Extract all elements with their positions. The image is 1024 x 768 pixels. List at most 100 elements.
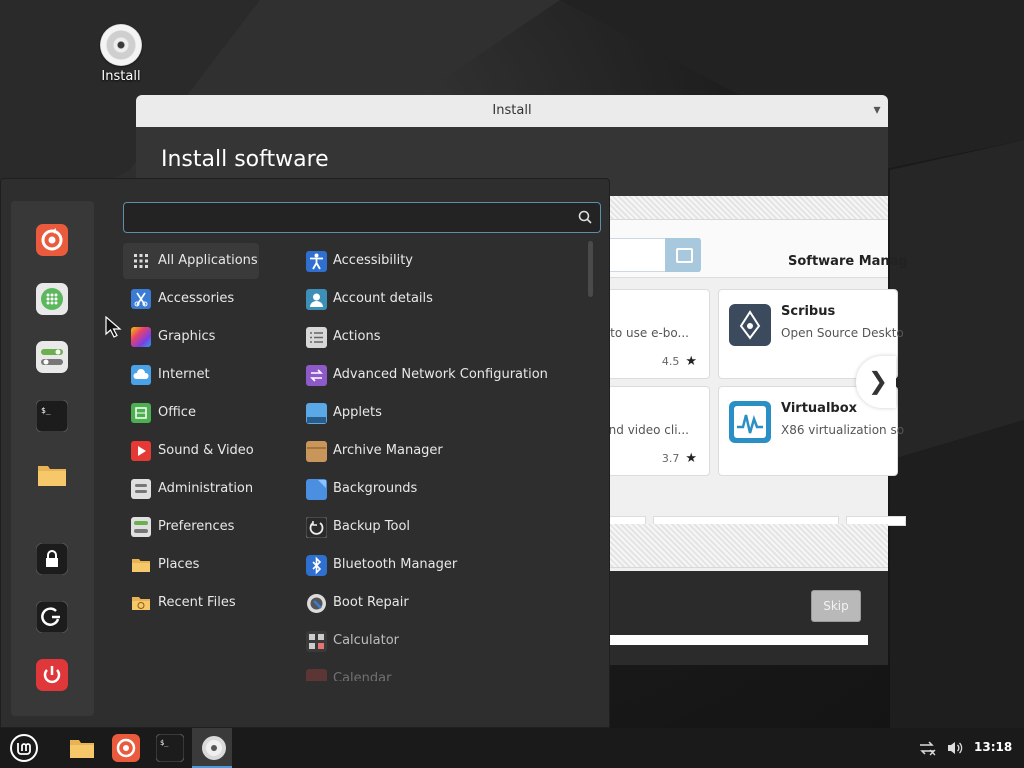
account-icon [306, 289, 327, 310]
accessibility-icon [306, 251, 327, 272]
app-accessibility[interactable]: Accessibility [301, 243, 581, 279]
menu-scrollbar[interactable] [588, 241, 593, 297]
svg-text:$_: $_ [41, 406, 51, 415]
logout-icon[interactable] [36, 601, 68, 633]
app-archive-manager[interactable]: Archive Manager [301, 433, 581, 469]
menu-search [123, 202, 601, 233]
taskbar-firefox[interactable] [104, 728, 144, 768]
admin-icon [131, 479, 151, 499]
app-label: Calculator [333, 633, 400, 648]
taskbar-terminal[interactable]: $_ [148, 728, 188, 768]
category-places[interactable]: Places [123, 547, 259, 583]
files-icon[interactable] [36, 458, 68, 490]
close-icon[interactable]: ▾ [870, 95, 884, 127]
progress-bar [608, 635, 868, 645]
install-disc-icon [202, 736, 226, 760]
skip-button[interactable]: Skip [811, 590, 861, 622]
firefox-icon[interactable] [36, 224, 68, 256]
disc-icon [100, 24, 142, 66]
category-sound-video[interactable]: Sound & Video [123, 433, 259, 469]
category-label: Accessories [158, 291, 235, 306]
app-advanced-network-configuration[interactable]: Advanced Network Configuration [301, 357, 581, 393]
desktop-icon-label: Install [101, 69, 141, 84]
category-graphics[interactable]: Graphics [123, 319, 259, 355]
sm-card-rating: 3.7 ★ [661, 451, 697, 466]
category-administration[interactable]: Administration [123, 471, 259, 507]
app-label: Actions [333, 329, 381, 344]
terminal-icon: $_ [156, 734, 184, 762]
app-label: Boot Repair [333, 595, 409, 610]
app-applets[interactable]: Applets [301, 395, 581, 431]
category-label: All Applications [158, 253, 258, 268]
app-calculator[interactable]: Calculator [301, 623, 581, 659]
office-icon [131, 403, 151, 423]
sm-card-desc: X86 virtualization so [781, 423, 905, 437]
graphics-icon [131, 327, 151, 347]
mouse-cursor-icon [105, 316, 122, 338]
app-bluetooth-manager[interactable]: Bluetooth Manager [301, 547, 581, 583]
category-preferences[interactable]: Preferences [123, 509, 259, 545]
mint-menu-button[interactable] [2, 728, 42, 768]
scissors-icon [131, 289, 151, 309]
desktop-install-icon[interactable]: Install [96, 24, 146, 84]
files-icon [70, 740, 94, 758]
category-label: Administration [158, 481, 254, 496]
taskbar: $_ 13:18 [0, 728, 1024, 768]
taskbar-install[interactable] [192, 728, 232, 768]
network-disconnected-icon[interactable] [918, 740, 936, 756]
category-office[interactable]: Office [123, 395, 259, 431]
category-internet[interactable]: Internet [123, 357, 259, 393]
backgrounds-icon [306, 479, 327, 500]
app-backup-tool[interactable]: Backup Tool [301, 509, 581, 545]
app-boot-repair[interactable]: Boot Repair [301, 585, 581, 621]
backup-icon [306, 517, 327, 538]
lock-icon[interactable] [36, 543, 68, 575]
sm-card-name: Virtualbox [781, 401, 858, 416]
app-label: Account details [333, 291, 433, 306]
app-label: Backup Tool [333, 519, 411, 534]
search-input[interactable] [130, 207, 570, 229]
firefox-icon [112, 734, 140, 762]
category-recent-files[interactable]: Recent Files [123, 585, 259, 621]
scribus-icon [729, 304, 771, 346]
clock[interactable]: 13:18 [974, 740, 1012, 754]
taskbar-files[interactable] [60, 728, 100, 768]
sm-card-name: Scribus [781, 304, 836, 319]
sm-card-rating: 4.5 ★ [661, 354, 697, 369]
category-all-applications[interactable]: All Applications [123, 243, 259, 279]
category-label: Graphics [158, 329, 216, 344]
bluetooth-icon [306, 555, 327, 576]
svg-text:$_: $_ [160, 739, 169, 747]
app-backgrounds[interactable]: Backgrounds [301, 471, 581, 507]
mint-menu-icon [10, 734, 38, 762]
calendar-icon [306, 669, 327, 681]
calculator-icon [306, 631, 327, 652]
window-titlebar[interactable]: Install ▾ [136, 95, 888, 127]
software-manager-icon[interactable] [36, 283, 68, 315]
start-menu: $_ All Applications Accessories Graphics… [0, 178, 610, 728]
power-icon[interactable] [36, 659, 68, 691]
app-label: Bluetooth Manager [333, 557, 458, 572]
terminal-icon[interactable]: $_ [36, 400, 68, 432]
category-label: Internet [158, 367, 210, 382]
actions-icon [306, 327, 327, 348]
app-account-details[interactable]: Account details [301, 281, 581, 317]
window-title: Install [492, 103, 532, 118]
search-icon[interactable] [578, 210, 592, 224]
app-calendar[interactable]: Calendar [301, 661, 581, 681]
category-accessories[interactable]: Accessories [123, 281, 259, 317]
settings-icon[interactable] [36, 341, 68, 373]
app-label: Advanced Network Configuration [333, 367, 548, 382]
grid-icon [134, 254, 148, 268]
sm-search-button[interactable] [665, 238, 701, 272]
applets-icon [306, 403, 327, 424]
category-label: Sound & Video [158, 443, 254, 458]
volume-icon[interactable] [946, 740, 964, 756]
app-actions[interactable]: Actions [301, 319, 581, 355]
app-label: Accessibility [333, 253, 413, 268]
app-label: Archive Manager [333, 443, 443, 458]
sm-title: Software Manag [788, 254, 908, 269]
category-label: Office [158, 405, 196, 420]
toggles-icon [131, 517, 151, 537]
category-label: Places [158, 557, 200, 572]
